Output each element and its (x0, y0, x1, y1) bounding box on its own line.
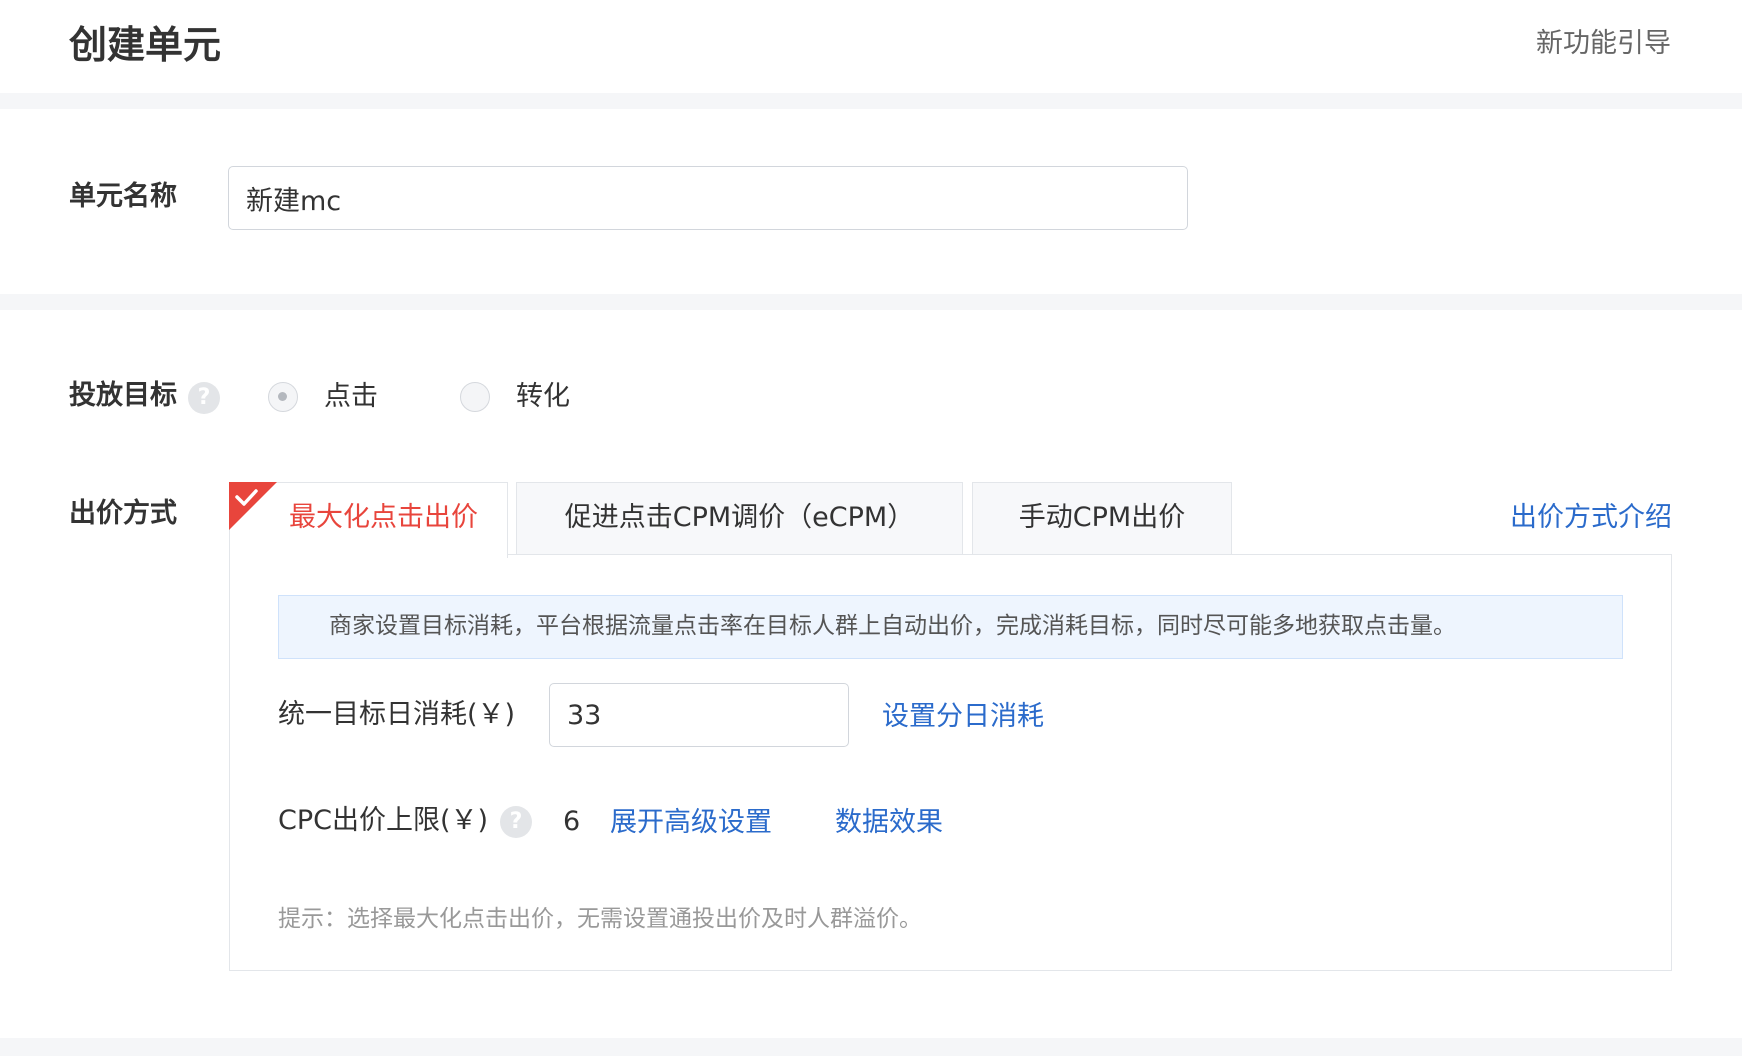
radio-circle-selected (268, 382, 298, 412)
radio-conversion[interactable]: 转化 (460, 378, 600, 418)
set-daily-budget-link[interactable]: 设置分日消耗 (882, 699, 1044, 735)
bidding-intro-link[interactable]: 出价方式介绍 (1510, 500, 1672, 536)
bidding-section: 投放目标 ? 点击 转化 出价方式 最大化点击出价 促进点击CPM调价（eCPM… (0, 310, 1742, 1038)
bid-settings-box: 商家设置目标消耗，平台根据流量点击率在目标人群上自动出价，完成消耗目标，同时尽可… (229, 554, 1672, 971)
cpc-limit-value: 6 (563, 806, 581, 837)
cpc-limit-label: CPC出价上限(￥) (278, 805, 489, 836)
radio-click-label: 点击 (324, 381, 378, 412)
tab-ecpm[interactable]: 促进点击CPM调价（eCPM） (516, 482, 963, 554)
question-circle-icon: ? (188, 382, 220, 414)
checkmark-corner-icon (229, 482, 277, 530)
page-title: 创建单元 (69, 23, 222, 67)
data-effect-link[interactable]: 数据效果 (835, 805, 943, 841)
tab-max-click-bid[interactable]: 最大化点击出价 (229, 482, 508, 558)
unit-name-section: 单元名称 (0, 109, 1742, 294)
daily-budget-input[interactable] (549, 683, 849, 747)
expand-advanced-settings-link[interactable]: 展开高级设置 (610, 805, 772, 841)
radio-click[interactable]: 点击 (268, 378, 408, 418)
info-banner: 商家设置目标消耗，平台根据流量点击率在目标人群上自动出价，完成消耗目标，同时尽可… (278, 595, 1623, 659)
new-feature-guide-link[interactable]: 新功能引导 (1536, 26, 1671, 62)
radio-conversion-label: 转化 (516, 381, 570, 412)
tab-max-click-bid-label: 最大化点击出价 (289, 502, 478, 533)
tab-ecpm-label: 促进点击CPM调价（eCPM） (564, 502, 915, 533)
unit-name-input[interactable] (228, 166, 1188, 230)
question-circle-icon: ? (500, 806, 532, 838)
bidding-label: 出价方式 (69, 498, 177, 529)
radio-circle-unselected (460, 382, 490, 412)
unit-name-label: 单元名称 (69, 181, 177, 212)
header-bar: 创建单元 新功能引导 (0, 0, 1742, 93)
target-label: 投放目标 (69, 380, 177, 411)
hint-text: 提示：选择最大化点击出价，无需设置通投出价及时人群溢价。 (278, 906, 922, 932)
daily-budget-label: 统一目标日消耗(￥) (278, 699, 516, 730)
tab-manual-cpm[interactable]: 手动CPM出价 (972, 482, 1232, 554)
tab-manual-cpm-label: 手动CPM出价 (1018, 502, 1186, 533)
